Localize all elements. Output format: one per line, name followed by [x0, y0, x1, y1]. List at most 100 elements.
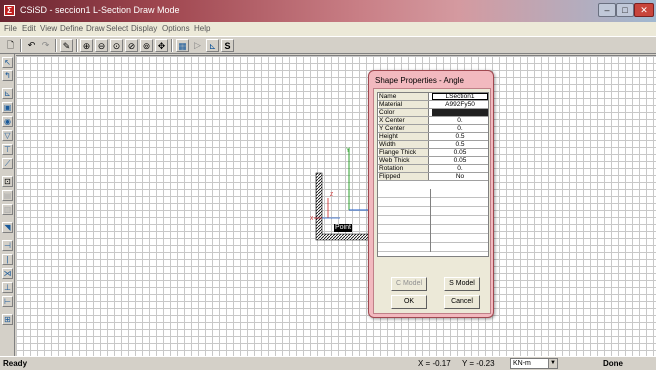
empty-grid-row	[378, 207, 488, 216]
menu-define[interactable]: Define	[60, 24, 83, 33]
cancel-button[interactable]: Cancel	[444, 295, 480, 309]
properties-grid: Name LSection1 Material A992Fy50 Color X…	[377, 92, 489, 257]
shape-properties-dialog[interactable]: Shape Properties - Angle Name LSection1 …	[368, 70, 494, 318]
property-row[interactable]: Y Center 0.	[378, 125, 488, 133]
toolbar-separator	[20, 39, 22, 52]
title-bar[interactable]: Σ CSiSD - seccion1 L-Section Draw Mode –…	[0, 0, 656, 22]
property-row[interactable]: X Center 0.	[378, 117, 488, 125]
zoom-in-icon[interactable]: ⊕	[80, 39, 93, 52]
property-row[interactable]: Web Thick 0.05	[378, 157, 488, 165]
property-row[interactable]: Rotation 0.	[378, 165, 488, 173]
draw-triangle-icon[interactable]: ▽	[2, 130, 13, 141]
menu-options[interactable]: Options	[162, 24, 190, 33]
property-row[interactable]: Material A992Fy50	[378, 101, 488, 109]
units-dropdown[interactable]: KN-m ▼	[510, 358, 558, 369]
zoom-window-icon[interactable]: ⊙	[110, 39, 123, 52]
properties-icon[interactable]: ⊾	[206, 39, 219, 52]
draw-rectangle-icon[interactable]: ▣	[2, 102, 13, 113]
window-title: CSiSD - seccion1 L-Section Draw Mode	[20, 5, 180, 15]
draw-angle-icon[interactable]: ⊡	[2, 176, 13, 187]
property-row[interactable]: Width 0.5	[378, 141, 488, 149]
status-ready: Ready	[3, 359, 28, 368]
left-toolbar: ↖ ↰ ⊾ ▣ ◉ ▽ ⊤ ⟋ ⊡ ▤ ▥ ◥ ⊣ | ⋊ ⊥ ⊢ ⊞	[0, 54, 15, 356]
property-row[interactable]: Flange Thick 0.05	[378, 149, 488, 157]
empty-grid-row	[378, 198, 488, 207]
property-row[interactable]: Height 0.5	[378, 133, 488, 141]
draw-channel-icon[interactable]: ▤	[2, 190, 13, 201]
main-toolbar: 🗋 ↶ ↷ ✎ ⊕ ⊖ ⊙ ⊘ ⊚ ✥ ▦ ▷ ⊾ S	[0, 36, 656, 54]
snap-lines-icon[interactable]: ⊢	[2, 296, 13, 307]
ok-button[interactable]: OK	[391, 295, 427, 309]
snap-points-icon[interactable]: ⊣	[2, 240, 13, 251]
z-axis-label: Z	[330, 192, 333, 198]
property-name: Height	[379, 133, 429, 140]
draw-polygon-icon[interactable]: ⊾	[2, 88, 13, 99]
property-name: Name	[379, 93, 429, 100]
csi-app-icon[interactable]: Σ	[4, 5, 15, 16]
menu-help[interactable]: Help	[194, 24, 210, 33]
pencil-icon[interactable]: ✎	[60, 39, 73, 52]
draw-rebar-icon[interactable]: ◥	[2, 222, 13, 233]
toolbar-separator	[76, 39, 78, 52]
property-value-rotation[interactable]: 0.	[432, 165, 488, 172]
minimize-button[interactable]: –	[598, 3, 616, 17]
property-value-y-center[interactable]: 0.	[432, 125, 488, 132]
draw-box-icon[interactable]: ▥	[2, 204, 13, 215]
grid-icon[interactable]: ▦	[176, 39, 189, 52]
x-coordinate-readout: X = -0.17	[418, 359, 451, 368]
status-done: Done	[603, 359, 623, 368]
property-row[interactable]: Color	[378, 109, 488, 117]
section-icon[interactable]: S	[221, 39, 234, 52]
application-window: Σ CSiSD - seccion1 L-Section Draw Mode –…	[0, 0, 656, 370]
snap-ends-icon[interactable]: |	[2, 254, 13, 265]
snap-perpendicular-icon[interactable]: ⊥	[2, 282, 13, 293]
menu-display[interactable]: Display	[131, 24, 157, 33]
empty-grid-row	[378, 216, 488, 225]
property-name: Web Thick	[379, 157, 429, 164]
property-value-flange-thick[interactable]: 0.05	[432, 149, 488, 156]
new-icon[interactable]: 🗋	[4, 39, 17, 52]
property-value-x-center[interactable]: 0.	[432, 117, 488, 124]
reshape-icon[interactable]: ▷	[191, 39, 204, 52]
toolbar-separator	[171, 39, 173, 52]
toolbar-separator	[55, 39, 57, 52]
zoom-previous-icon[interactable]: ⊘	[125, 39, 138, 52]
property-row[interactable]: Name LSection1	[378, 93, 488, 101]
redo-icon[interactable]: ↷	[39, 39, 52, 52]
x-axis-label: X	[310, 216, 314, 222]
c-model-button[interactable]: C Model	[391, 277, 427, 291]
s-model-button[interactable]: S Model	[444, 277, 480, 291]
pan-icon[interactable]: ✥	[155, 39, 168, 52]
point-label: Point	[334, 224, 352, 232]
menu-select[interactable]: Select	[106, 24, 128, 33]
chevron-down-icon[interactable]: ▼	[548, 359, 557, 368]
zoom-restore-icon[interactable]: ⊚	[140, 39, 153, 52]
snap-intersection-icon[interactable]: ⋊	[2, 268, 13, 279]
property-row[interactable]: Flipped No	[378, 173, 488, 181]
status-bar: Ready X = -0.17 Y = -0.23 KN-m ▼ Done	[0, 356, 656, 370]
pointer-icon[interactable]: ↖	[2, 57, 13, 68]
maximize-button[interactable]: □	[616, 3, 634, 17]
property-value-height[interactable]: 0.5	[432, 133, 488, 140]
property-value-color[interactable]	[432, 109, 488, 116]
property-name: Width	[379, 141, 429, 148]
menu-file[interactable]: File	[4, 24, 17, 33]
property-value-width[interactable]: 0.5	[432, 141, 488, 148]
property-value-flipped[interactable]: No	[432, 173, 488, 180]
draw-t-shape-icon[interactable]: ⊤	[2, 144, 13, 155]
property-value-web-thick[interactable]: 0.05	[432, 157, 488, 164]
property-name: Material	[379, 101, 429, 108]
menu-edit[interactable]: Edit	[22, 24, 36, 33]
zoom-out-icon[interactable]: ⊖	[95, 39, 108, 52]
undo-icon[interactable]: ↶	[25, 39, 38, 52]
menu-draw[interactable]: Draw	[86, 24, 105, 33]
draw-line-icon[interactable]: ⟋	[2, 158, 13, 169]
property-name: Rotation	[379, 165, 429, 172]
reshape-pointer-icon[interactable]: ↰	[2, 70, 13, 81]
property-value-material[interactable]: A992Fy50	[432, 101, 488, 108]
draw-circle-icon[interactable]: ◉	[2, 116, 13, 127]
close-button[interactable]: ✕	[634, 3, 654, 17]
menu-view[interactable]: View	[40, 24, 57, 33]
property-value-name[interactable]: LSection1	[432, 93, 488, 100]
snap-grid-icon[interactable]: ⊞	[2, 314, 13, 325]
